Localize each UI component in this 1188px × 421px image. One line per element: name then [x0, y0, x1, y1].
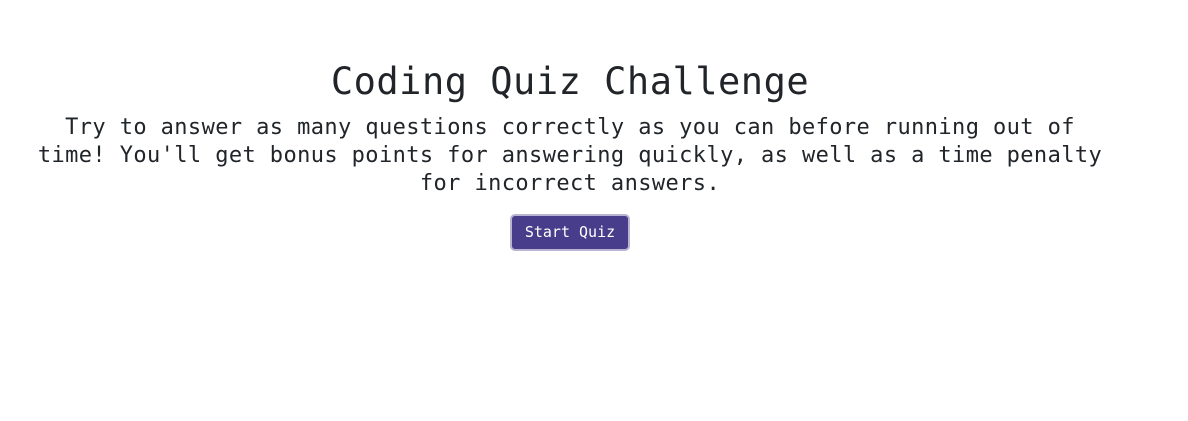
start-quiz-button[interactable]: Start Quiz — [510, 214, 630, 251]
page-title: Coding Quiz Challenge — [330, 60, 810, 103]
quiz-description: Try to answer as many questions correctl… — [37, 115, 1103, 196]
